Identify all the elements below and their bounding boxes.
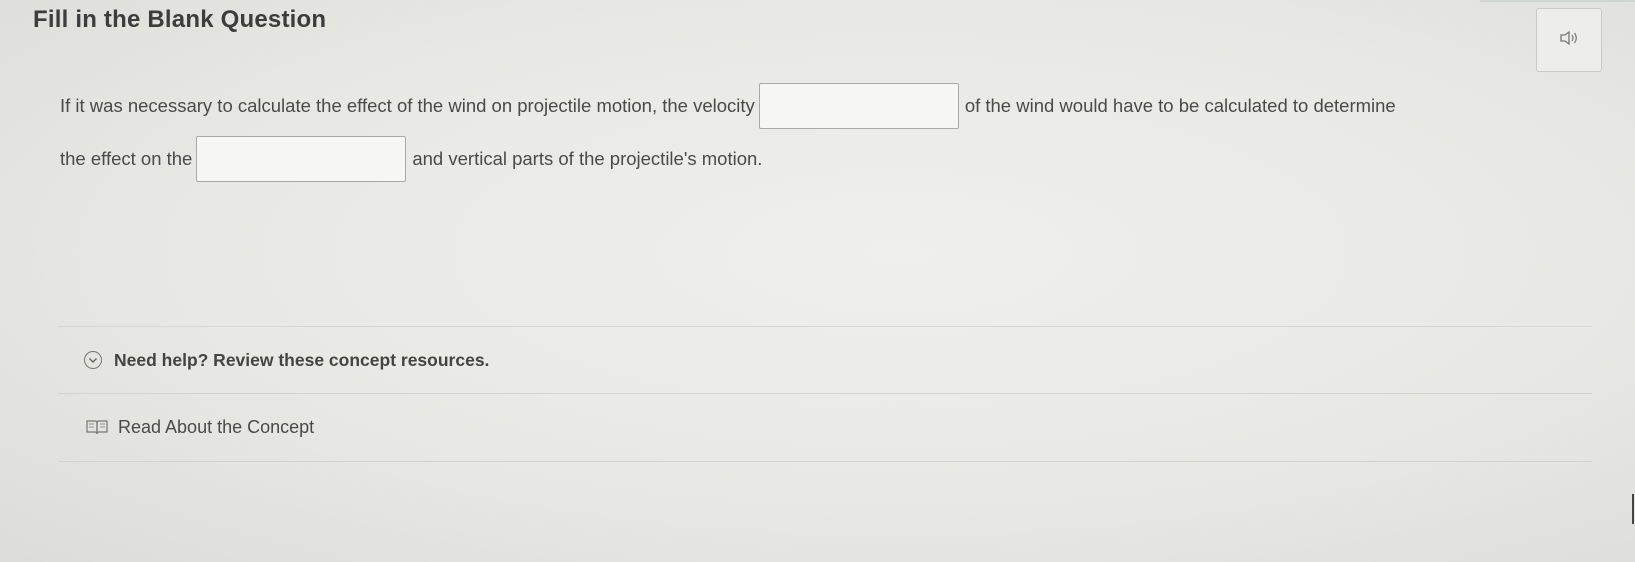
- resource-label: Read About the Concept: [118, 416, 315, 437]
- page-title: Fill in the Blank Question: [33, 6, 327, 33]
- resource-link-read-concept[interactable]: Read About the Concept: [58, 393, 1592, 462]
- question-text-segment: If it was necessary to calculate the eff…: [60, 95, 755, 116]
- blank-input-2[interactable]: [196, 136, 407, 182]
- read-aloud-button[interactable]: [1536, 8, 1602, 72]
- top-divider: [1480, 0, 1635, 2]
- question-line-1: If it was necessary to calculate the eff…: [60, 83, 1396, 129]
- question-text-segment: of the wind would have to be calculated …: [964, 95, 1396, 116]
- question-text-segment: the effect on the: [60, 148, 193, 169]
- concept-resources-panel: Need help? Review these concept resource…: [58, 326, 1592, 467]
- chevron-down-circle-icon: [84, 351, 102, 369]
- question-text-segment: and vertical parts of the projectile's m…: [412, 148, 763, 169]
- question-line-2: the effect on the and vertical parts of …: [60, 136, 762, 182]
- concept-resources-title: Need help? Review these concept resource…: [114, 349, 490, 370]
- book-icon: [86, 419, 108, 435]
- edge-marker: [1632, 494, 1634, 524]
- speaker-icon: [1559, 30, 1579, 51]
- blank-input-1[interactable]: [758, 83, 959, 129]
- concept-resources-toggle[interactable]: Need help? Review these concept resource…: [58, 327, 1592, 394]
